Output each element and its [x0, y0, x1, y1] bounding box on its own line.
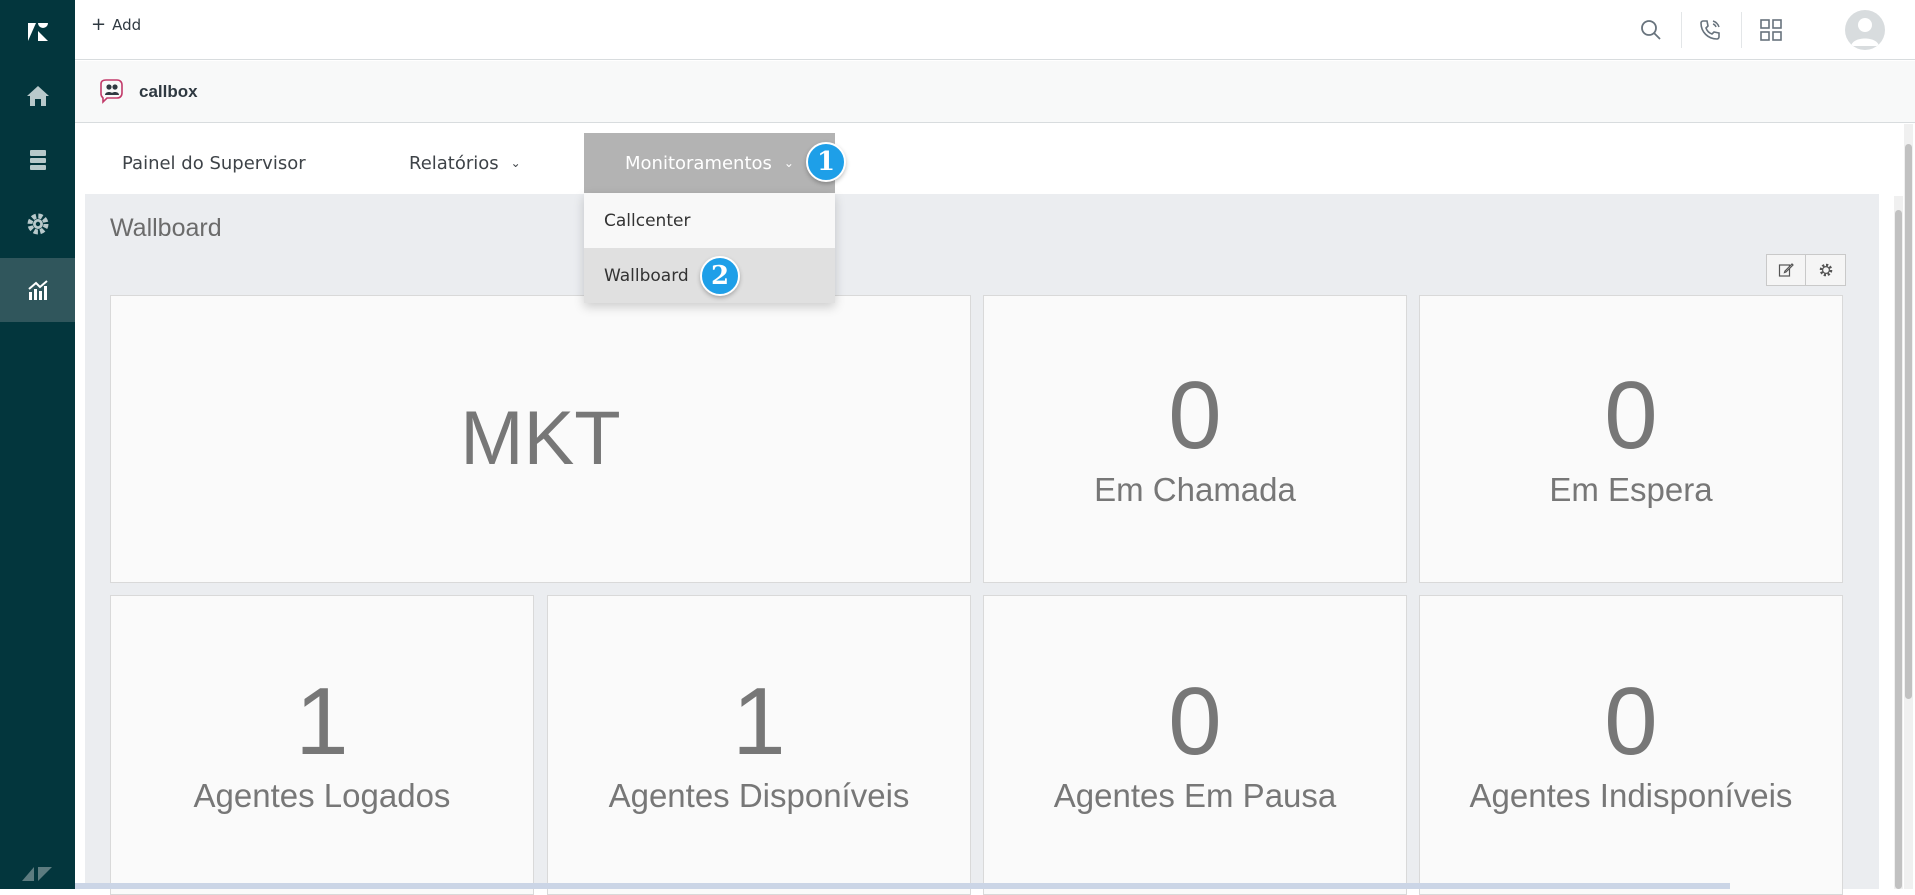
agentes-indisponiveis-card: 0 Agentes Indisponíveis: [1419, 595, 1843, 895]
agentes-em-pausa-value: 0: [1168, 674, 1221, 770]
menu-label: Painel do Supervisor: [122, 153, 306, 174]
em-espera-card: 0 Em Espera: [1419, 295, 1843, 583]
menu-monitoramentos[interactable]: Monitoramentos ⌄: [584, 133, 835, 193]
user-avatar[interactable]: [1845, 10, 1885, 50]
em-espera-value: 0: [1604, 368, 1657, 464]
add-label: Add: [112, 16, 141, 34]
em-chamada-value: 0: [1168, 368, 1221, 464]
agentes-em-pausa-label: Agentes Em Pausa: [1054, 776, 1337, 816]
nav-rail: [0, 0, 75, 889]
zendesk-logo-icon[interactable]: [0, 0, 75, 64]
zendesk-wordmark-icon: [22, 866, 52, 885]
dropdown-item-callcenter[interactable]: Callcenter: [584, 193, 835, 248]
phone-icon[interactable]: [1692, 12, 1728, 48]
settings-gear-icon[interactable]: [0, 192, 75, 256]
add-button[interactable]: + Add: [91, 16, 141, 34]
chevron-down-icon: ⌄: [511, 156, 521, 170]
app-header: callbox: [75, 61, 1915, 123]
gear-icon: [1818, 262, 1834, 278]
wallboard-content: Wallboard MKT 0 Em Chamada 0 Em Espera 1…: [85, 194, 1879, 889]
menu-relatorios[interactable]: Relatórios ⌄: [409, 133, 521, 193]
em-espera-label: Em Espera: [1549, 470, 1712, 510]
queue-title-card: MKT: [110, 295, 971, 583]
agentes-em-pausa-card: 0 Agentes Em Pausa: [983, 595, 1407, 895]
menu-label: Relatórios: [409, 153, 499, 174]
wallboard-tools: [1766, 254, 1846, 286]
em-chamada-card: 0 Em Chamada: [983, 295, 1407, 583]
agentes-logados-card: 1 Agentes Logados: [110, 595, 534, 895]
chevron-down-icon: ⌄: [784, 156, 794, 170]
dropdown-item-label: Callcenter: [604, 211, 690, 231]
separator: [1681, 12, 1682, 48]
agentes-disponiveis-card: 1 Agentes Disponíveis: [547, 595, 971, 895]
callbox-logo-icon: [97, 78, 125, 106]
em-chamada-label: Em Chamada: [1094, 470, 1296, 510]
dropdown-item-label: Wallboard: [604, 266, 689, 286]
reporting-icon[interactable]: [0, 258, 75, 322]
edit-button[interactable]: [1766, 254, 1806, 286]
agentes-disponiveis-label: Agentes Disponíveis: [609, 776, 910, 816]
menu-painel-supervisor[interactable]: Painel do Supervisor: [122, 133, 306, 193]
apps-grid-icon[interactable]: [1753, 12, 1789, 48]
app-name: callbox: [139, 82, 198, 102]
plus-icon: +: [91, 16, 106, 34]
separator: [1741, 12, 1742, 48]
step-badge-1: 1: [806, 142, 846, 182]
outer-scrollbar[interactable]: [1904, 124, 1913, 889]
agentes-indisponiveis-label: Agentes Indisponíveis: [1470, 776, 1793, 816]
inner-scrollbar-thumb[interactable]: [1895, 210, 1902, 889]
edit-icon: [1778, 262, 1794, 278]
queue-name: MKT: [460, 399, 620, 479]
search-icon[interactable]: [1633, 12, 1669, 48]
agentes-logados-label: Agentes Logados: [194, 776, 451, 816]
top-bar: + Add: [75, 0, 1915, 60]
agentes-logados-value: 1: [295, 674, 348, 770]
home-icon[interactable]: [0, 64, 75, 128]
page-title: Wallboard: [110, 214, 222, 243]
app-body: Painel do Supervisor Relatórios ⌄ Monito…: [75, 124, 1915, 889]
step-badge-2: 2: [700, 256, 740, 296]
agentes-indisponiveis-value: 0: [1604, 674, 1657, 770]
views-icon[interactable]: [0, 128, 75, 192]
app-menu: Painel do Supervisor Relatórios ⌄ Monito…: [75, 124, 1915, 194]
inner-scrollbar[interactable]: [1894, 196, 1903, 889]
agentes-disponiveis-value: 1: [732, 674, 785, 770]
horizontal-scrollbar[interactable]: [75, 883, 1730, 889]
menu-label: Monitoramentos: [625, 153, 772, 174]
outer-scrollbar-thumb[interactable]: [1905, 144, 1912, 699]
settings-button[interactable]: [1806, 254, 1846, 286]
